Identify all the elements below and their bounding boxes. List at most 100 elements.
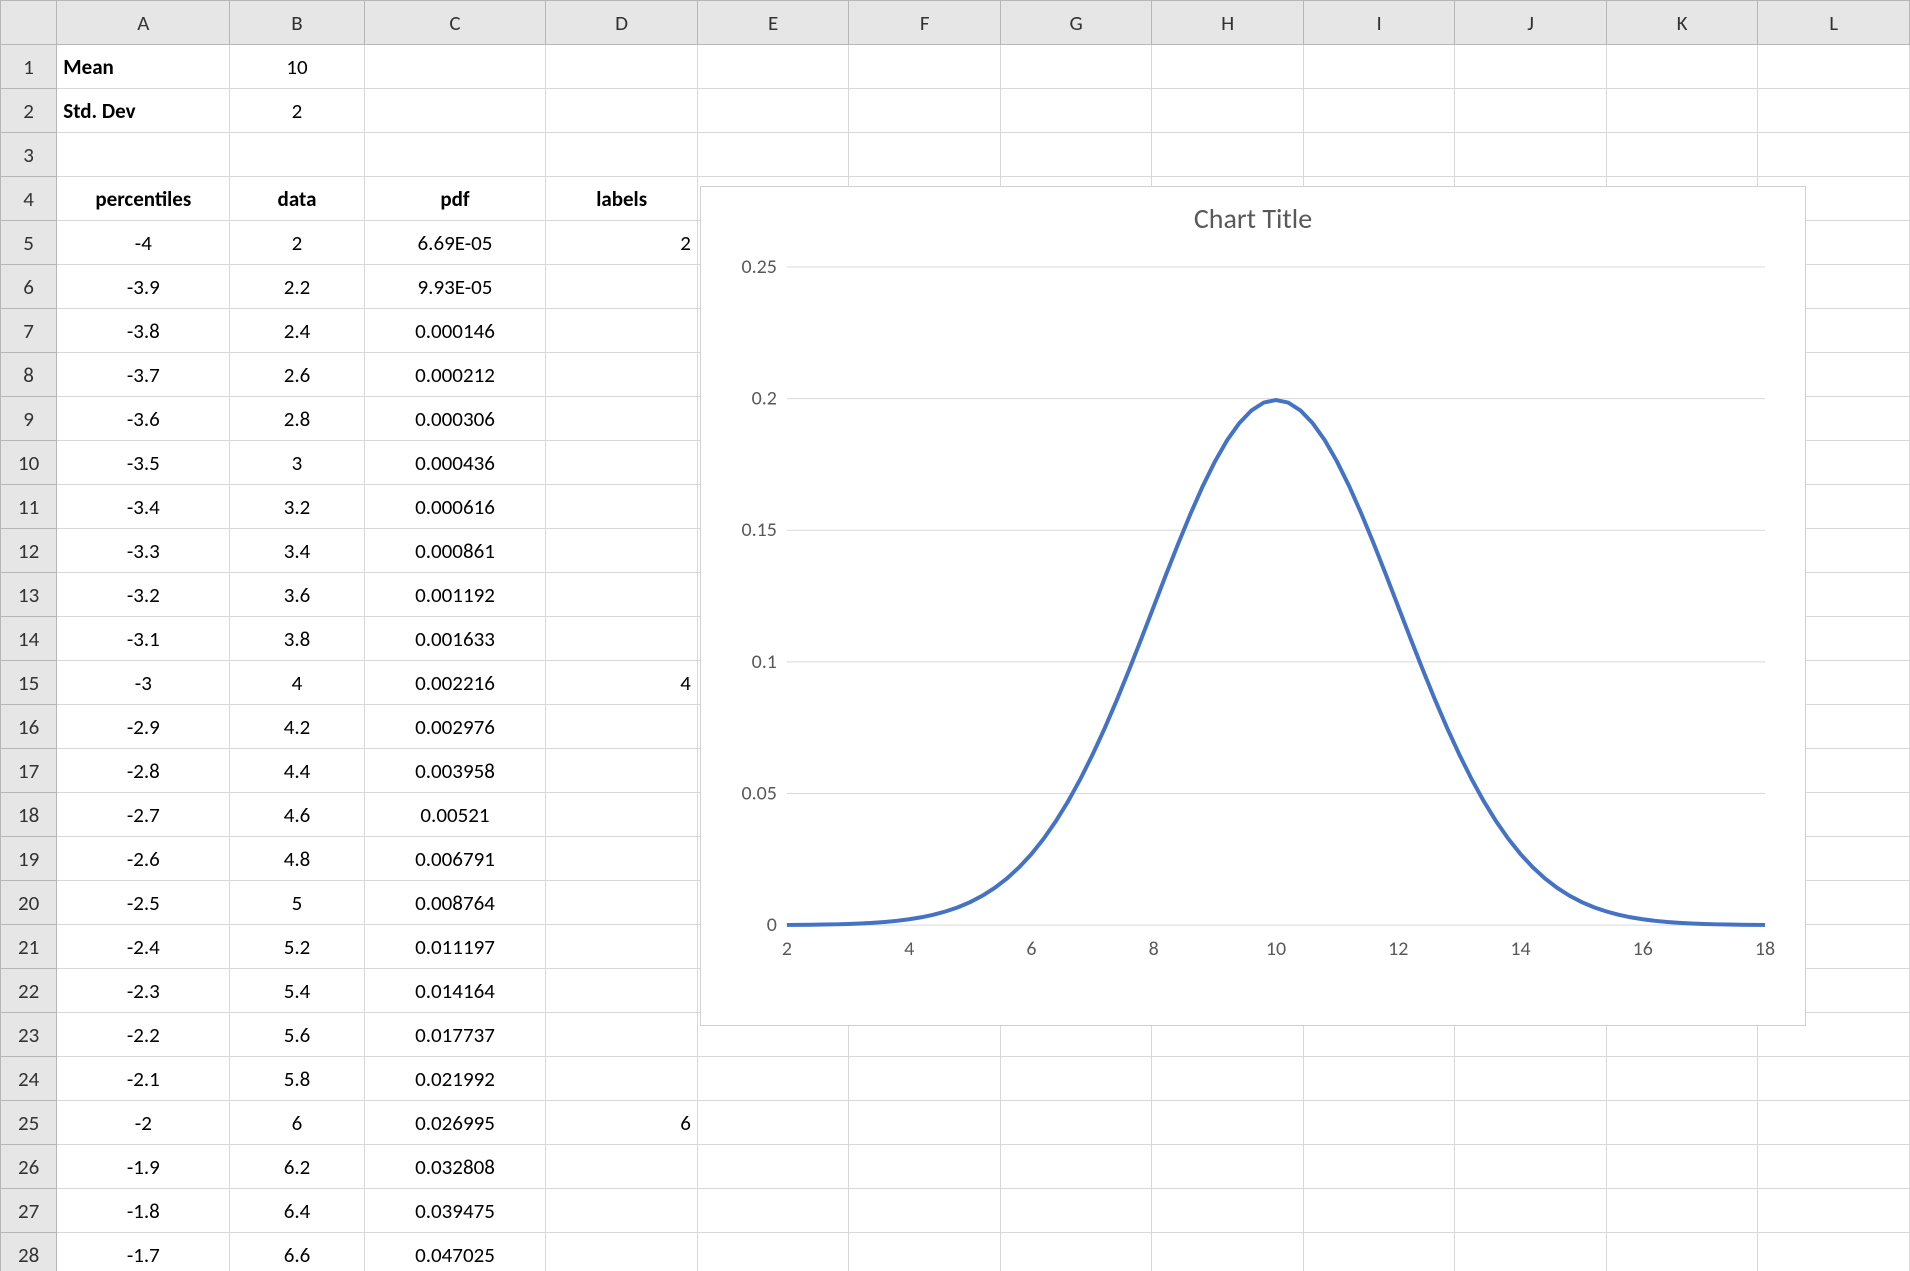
- cell-C21[interactable]: 0.011197: [364, 925, 546, 969]
- cell-D8[interactable]: [546, 353, 698, 397]
- cell-empty[interactable]: [697, 1101, 849, 1145]
- cell-B20[interactable]: 5: [230, 881, 364, 925]
- cell-A20[interactable]: -2.5: [57, 881, 230, 925]
- cell-A13[interactable]: -3.2: [57, 573, 230, 617]
- row-header-16[interactable]: 16: [1, 705, 57, 749]
- row-header-4[interactable]: 4: [1, 177, 57, 221]
- col-header-D[interactable]: D: [546, 1, 698, 45]
- cell-empty[interactable]: [849, 1057, 1001, 1101]
- cell-empty[interactable]: [849, 1233, 1001, 1271]
- row-header-21[interactable]: 21: [1, 925, 57, 969]
- cell-A26[interactable]: -1.9: [57, 1145, 230, 1189]
- col-header-E[interactable]: E: [697, 1, 849, 45]
- cell-D2[interactable]: [546, 89, 698, 133]
- cell-empty[interactable]: [1455, 1189, 1607, 1233]
- cell-empty[interactable]: [1606, 1233, 1758, 1271]
- cell-A12[interactable]: -3.3: [57, 529, 230, 573]
- cell-B7[interactable]: 2.4: [230, 309, 364, 353]
- cell-empty[interactable]: [1000, 45, 1152, 89]
- cell-D24[interactable]: [546, 1057, 698, 1101]
- cell-D25[interactable]: 6: [546, 1101, 698, 1145]
- cell-A10[interactable]: -3.5: [57, 441, 230, 485]
- row-header-5[interactable]: 5: [1, 221, 57, 265]
- row-header-6[interactable]: 6: [1, 265, 57, 309]
- row-header-26[interactable]: 26: [1, 1145, 57, 1189]
- cell-D1[interactable]: [546, 45, 698, 89]
- cell-empty[interactable]: [697, 1057, 849, 1101]
- cell-D22[interactable]: [546, 969, 698, 1013]
- row-header-3[interactable]: 3: [1, 133, 57, 177]
- cell-A8[interactable]: -3.7: [57, 353, 230, 397]
- cell-empty[interactable]: [1455, 1101, 1607, 1145]
- cell-empty[interactable]: [1758, 1145, 1910, 1189]
- cell-C18[interactable]: 0.00521: [364, 793, 546, 837]
- cell-B9[interactable]: 2.8: [230, 397, 364, 441]
- cell-C11[interactable]: 0.000616: [364, 485, 546, 529]
- cell-B18[interactable]: 4.6: [230, 793, 364, 837]
- cell-A6[interactable]: -3.9: [57, 265, 230, 309]
- select-all-corner[interactable]: [1, 1, 57, 45]
- cell-empty[interactable]: [1152, 45, 1304, 89]
- cell-B26[interactable]: 6.2: [230, 1145, 364, 1189]
- cell-B1[interactable]: 10: [230, 45, 364, 89]
- cell-A27[interactable]: -1.8: [57, 1189, 230, 1233]
- embedded-chart[interactable]: Chart Title 00.050.10.150.20.25246810121…: [700, 186, 1806, 1026]
- cell-A25[interactable]: -2: [57, 1101, 230, 1145]
- cell-A16[interactable]: -2.9: [57, 705, 230, 749]
- cell-D4[interactable]: labels: [546, 177, 698, 221]
- row-header-28[interactable]: 28: [1, 1233, 57, 1271]
- cell-A3[interactable]: [57, 133, 230, 177]
- cell-empty[interactable]: [1606, 45, 1758, 89]
- cell-empty[interactable]: [1606, 1057, 1758, 1101]
- cell-B21[interactable]: 5.2: [230, 925, 364, 969]
- cell-D11[interactable]: [546, 485, 698, 529]
- row-header-11[interactable]: 11: [1, 485, 57, 529]
- cell-empty[interactable]: [1000, 133, 1152, 177]
- cell-empty[interactable]: [849, 133, 1001, 177]
- cell-A1[interactable]: Mean: [57, 45, 230, 89]
- cell-empty[interactable]: [1000, 1233, 1152, 1271]
- cell-C10[interactable]: 0.000436: [364, 441, 546, 485]
- cell-A21[interactable]: -2.4: [57, 925, 230, 969]
- cell-empty[interactable]: [697, 1189, 849, 1233]
- col-header-I[interactable]: I: [1303, 1, 1455, 45]
- cell-A22[interactable]: -2.3: [57, 969, 230, 1013]
- cell-C19[interactable]: 0.006791: [364, 837, 546, 881]
- cell-B3[interactable]: [230, 133, 364, 177]
- cell-D23[interactable]: [546, 1013, 698, 1057]
- col-header-K[interactable]: K: [1606, 1, 1758, 45]
- cell-empty[interactable]: [1303, 1145, 1455, 1189]
- cell-empty[interactable]: [849, 45, 1001, 89]
- cell-B25[interactable]: 6: [230, 1101, 364, 1145]
- cell-D18[interactable]: [546, 793, 698, 837]
- cell-A4[interactable]: percentiles: [57, 177, 230, 221]
- cell-empty[interactable]: [1455, 133, 1607, 177]
- cell-empty[interactable]: [1303, 45, 1455, 89]
- cell-C7[interactable]: 0.000146: [364, 309, 546, 353]
- cell-A7[interactable]: -3.8: [57, 309, 230, 353]
- col-header-G[interactable]: G: [1000, 1, 1152, 45]
- cell-empty[interactable]: [1152, 133, 1304, 177]
- cell-empty[interactable]: [1000, 1145, 1152, 1189]
- row-header-12[interactable]: 12: [1, 529, 57, 573]
- cell-B6[interactable]: 2.2: [230, 265, 364, 309]
- cell-D5[interactable]: 2: [546, 221, 698, 265]
- cell-C2[interactable]: [364, 89, 546, 133]
- col-header-B[interactable]: B: [230, 1, 364, 45]
- cell-empty[interactable]: [697, 133, 849, 177]
- cell-empty[interactable]: [1152, 1057, 1304, 1101]
- cell-D21[interactable]: [546, 925, 698, 969]
- cell-empty[interactable]: [1606, 133, 1758, 177]
- row-header-20[interactable]: 20: [1, 881, 57, 925]
- cell-C23[interactable]: 0.017737: [364, 1013, 546, 1057]
- cell-B19[interactable]: 4.8: [230, 837, 364, 881]
- cell-empty[interactable]: [1758, 1057, 1910, 1101]
- cell-empty[interactable]: [1303, 1101, 1455, 1145]
- cell-empty[interactable]: [1758, 1233, 1910, 1271]
- cell-D7[interactable]: [546, 309, 698, 353]
- cell-D26[interactable]: [546, 1145, 698, 1189]
- cell-empty[interactable]: [1152, 1145, 1304, 1189]
- spreadsheet-area[interactable]: A B C D E F G H I J K L 1Mean102Std. Dev…: [0, 0, 1910, 1271]
- cell-C4[interactable]: pdf: [364, 177, 546, 221]
- cell-B16[interactable]: 4.2: [230, 705, 364, 749]
